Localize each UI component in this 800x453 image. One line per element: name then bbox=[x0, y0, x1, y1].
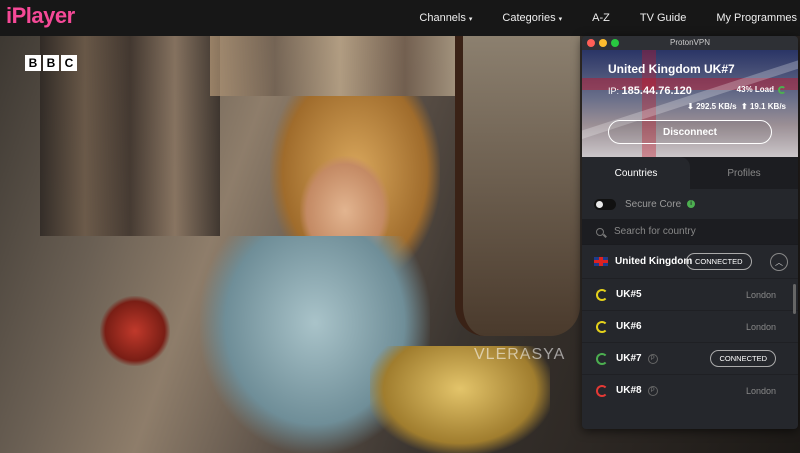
server-city: London bbox=[745, 321, 776, 332]
server-row[interactable]: UK#8 P London bbox=[582, 374, 798, 406]
window-title: ProtonVPN bbox=[669, 38, 711, 47]
country-connected-badge[interactable]: CONNECTED bbox=[686, 253, 752, 270]
server-name: UK#7 bbox=[616, 353, 642, 364]
video-scene-shoes bbox=[100, 296, 170, 366]
chevron-down-icon: ▾ bbox=[468, 16, 473, 23]
server-row[interactable]: UK#5 London bbox=[582, 278, 798, 310]
secure-core-row: Secure Core i bbox=[582, 189, 798, 219]
server-connected-badge[interactable]: CONNECTED bbox=[710, 350, 776, 367]
iplayer-header: iPlayer Channels ▾ Categories ▾ A-Z TV Gui… bbox=[0, 0, 800, 36]
server-row[interactable]: UK#6 London bbox=[582, 310, 798, 342]
server-load-icon bbox=[596, 352, 608, 365]
ip-address: IP: 185.44.76.120 bbox=[608, 85, 692, 97]
disconnect-button[interactable]: Disconnect bbox=[608, 120, 772, 144]
connection-header: United Kingdom UK#7 IP: 185.44.76.120 43… bbox=[582, 50, 798, 157]
search-input[interactable] bbox=[614, 226, 774, 237]
server-name: UK#5 bbox=[616, 289, 642, 300]
country-search bbox=[582, 219, 798, 244]
main-nav: Channels ▾ Categories ▾ A-Z TV Guide My Pr… bbox=[404, 0, 800, 36]
chevron-up-icon[interactable]: ︿ bbox=[770, 253, 788, 271]
server-city: London bbox=[745, 385, 776, 396]
nav-channels[interactable]: Channels ▾ bbox=[419, 12, 472, 24]
uk-flag-icon bbox=[594, 257, 608, 266]
server-name: UK#6 bbox=[616, 321, 642, 332]
plus-server-icon: P bbox=[647, 385, 658, 396]
nav-a-z[interactable]: A-Z bbox=[592, 12, 610, 24]
protonvpn-window: ProtonVPN United Kingdom UK#7 IP: 185.44… bbox=[582, 36, 798, 429]
server-load-icon bbox=[596, 288, 608, 301]
transfer-speeds: ⬇ 292.5 KB/s ⬆ 19.1 KB/s bbox=[687, 102, 786, 111]
country-row-united-kingdom[interactable]: United Kingdom CONNECTED ︿ bbox=[582, 244, 798, 278]
video-scene-clothes bbox=[210, 36, 470, 96]
secure-core-label: Secure Core bbox=[625, 198, 682, 210]
plus-server-icon: P bbox=[647, 353, 658, 364]
nav-my-programmes[interactable]: My Programmes bbox=[716, 12, 797, 24]
server-load: 43% Load bbox=[737, 85, 786, 94]
nav-categories[interactable]: Categories ▾ bbox=[502, 12, 562, 24]
nav-tv-guide[interactable]: TV Guide bbox=[640, 12, 686, 24]
video-watermark: VLERASYA bbox=[474, 346, 566, 363]
bbc-logo: B B C bbox=[25, 55, 79, 71]
chevron-down-icon: ▾ bbox=[558, 16, 563, 23]
tab-profiles[interactable]: Profiles bbox=[690, 157, 798, 189]
tab-countries[interactable]: Countries bbox=[582, 157, 690, 189]
connected-server-name: United Kingdom UK#7 bbox=[608, 62, 735, 76]
vpn-tabs: Countries Profiles bbox=[582, 157, 798, 189]
arrow-up-icon: ⬆ bbox=[741, 102, 748, 111]
server-row[interactable]: UK#7 P CONNECTED bbox=[582, 342, 798, 374]
server-name: UK#8 bbox=[616, 385, 642, 396]
arrow-down-icon: ⬇ bbox=[687, 102, 694, 111]
server-load-icon bbox=[596, 384, 608, 397]
list-scrollbar[interactable] bbox=[793, 284, 796, 314]
country-name: United Kingdom bbox=[615, 256, 693, 267]
server-city: London bbox=[745, 289, 776, 300]
video-scene-mirror bbox=[455, 36, 580, 336]
load-ring-icon bbox=[778, 85, 786, 94]
server-load-icon bbox=[596, 320, 608, 333]
secure-core-toggle[interactable] bbox=[594, 198, 616, 210]
info-icon[interactable]: i bbox=[687, 200, 696, 208]
window-titlebar: ProtonVPN bbox=[582, 36, 798, 50]
toggle-knob bbox=[596, 200, 603, 208]
iplayer-logo[interactable]: iPlayer bbox=[6, 3, 75, 29]
search-icon bbox=[596, 227, 604, 236]
